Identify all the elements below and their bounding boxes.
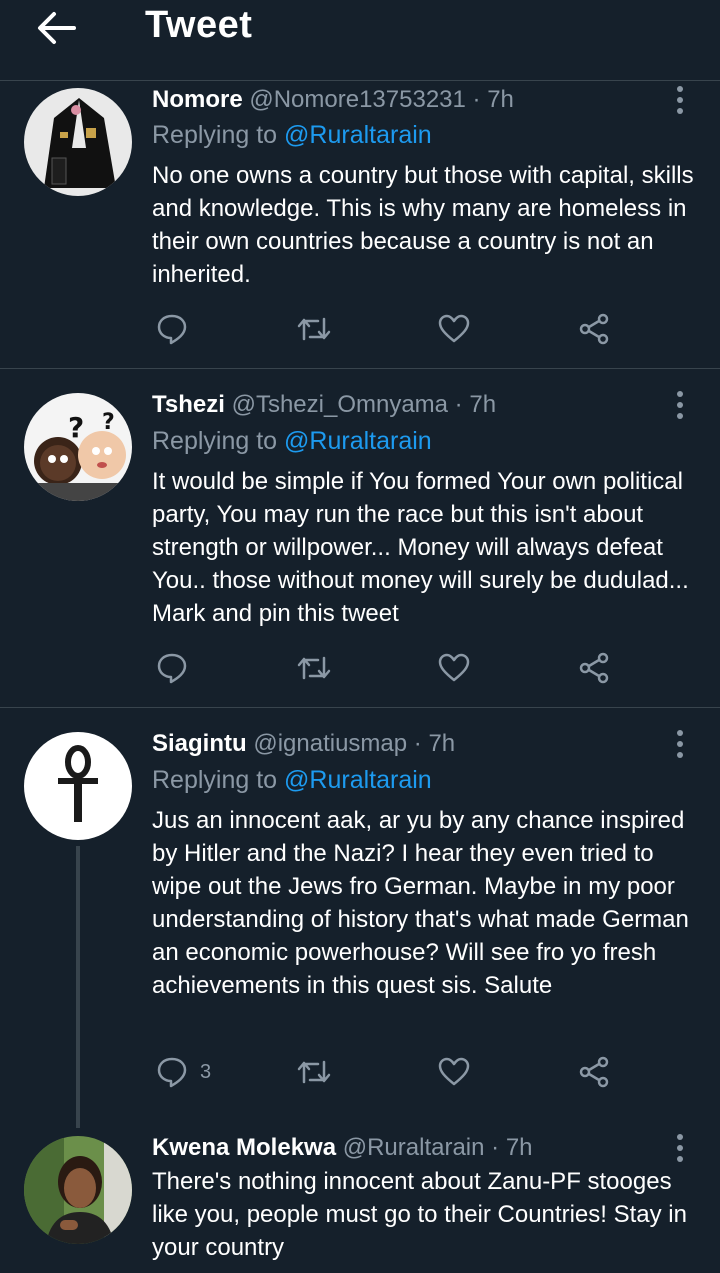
tweet-time: 7h: [469, 391, 497, 418]
like-icon: [438, 314, 470, 343]
replying-to: Replying to @Ruraltarain: [152, 427, 432, 456]
separator: ·: [484, 1134, 506, 1161]
tweet-time: 7h: [505, 1134, 533, 1161]
tweet-actions: [152, 648, 672, 688]
retweet-icon: [297, 656, 331, 680]
retweet-button[interactable]: [296, 648, 332, 688]
tweet-meta: Kwena Molekwa @Ruraltarain · 7h: [152, 1134, 533, 1162]
reply-icon: [157, 653, 187, 684]
retweet-button[interactable]: [296, 1052, 332, 1092]
reply-button[interactable]: [156, 648, 200, 688]
tweet-meta: Nomore @Nomore13753231 · 7h: [152, 86, 514, 114]
tweet-card[interactable]: Kwena Molekwa @Ruraltarain · 7h There's …: [0, 1128, 720, 1273]
reply-icon: [157, 1057, 187, 1088]
author-name[interactable]: Kwena Molekwa: [152, 1134, 336, 1161]
more-options-button[interactable]: [668, 389, 692, 421]
thread-line: [76, 846, 80, 1128]
share-button[interactable]: [578, 648, 610, 688]
mention-link[interactable]: @Ruraltarain: [284, 427, 432, 455]
tweet-text: There's nothing innocent about Zanu-PF s…: [152, 1168, 687, 1261]
more-vertical-icon: [677, 86, 683, 114]
tweet-card[interactable]: Nomore @Nomore13753231 · 7h Replying to …: [0, 80, 720, 369]
author-handle[interactable]: @Ruraltarain: [343, 1134, 485, 1161]
more-options-button[interactable]: [668, 84, 692, 116]
reply-button[interactable]: [156, 309, 200, 349]
more-options-button[interactable]: [668, 1132, 692, 1164]
author-name[interactable]: Nomore: [152, 86, 243, 113]
share-button[interactable]: [578, 1052, 610, 1092]
more-vertical-icon: [677, 730, 683, 758]
tweet-text: It would be simple if You formed Your ow…: [152, 468, 689, 627]
author-handle[interactable]: @Nomore13753231: [249, 86, 466, 113]
tweet-text: No one owns a country but those with cap…: [152, 162, 694, 288]
ankh-icon: [58, 745, 98, 822]
tweet-time: 7h: [487, 86, 514, 113]
top-bar: Tweet: [0, 0, 720, 81]
replying-prefix: Replying to: [152, 427, 285, 455]
svg-text:?: ?: [68, 411, 84, 444]
author-handle[interactable]: @Tshezi_Omnyama: [232, 391, 448, 418]
avatar[interactable]: ? ?: [24, 393, 132, 501]
avatar[interactable]: [24, 732, 132, 840]
mention-link[interactable]: @Ruraltarain: [284, 766, 432, 794]
more-options-button[interactable]: [668, 728, 692, 760]
tweet-actions: 3: [152, 1052, 672, 1092]
tweet-time: 7h: [428, 730, 456, 757]
replying-to: Replying to @Ruraltarain: [152, 766, 432, 795]
tweet-text: Jus an innocent aak, ar yu by any chance…: [152, 807, 689, 999]
like-button[interactable]: [438, 1052, 470, 1092]
like-icon: [438, 1057, 470, 1086]
replying-prefix: Replying to: [152, 121, 285, 149]
separator: ·: [465, 86, 488, 113]
author-name[interactable]: Siagintu: [152, 730, 247, 757]
author-handle[interactable]: @ignatiusmap: [253, 730, 407, 757]
more-vertical-icon: [677, 391, 683, 419]
avatar[interactable]: [24, 1136, 132, 1244]
author-name[interactable]: Tshezi: [152, 391, 225, 418]
back-button[interactable]: [30, 6, 82, 50]
more-vertical-icon: [677, 1134, 683, 1162]
tweet-meta: Siagintu @ignatiusmap · 7h: [152, 730, 455, 758]
replying-prefix: Replying to: [152, 766, 285, 794]
tweet-meta: Tshezi @Tshezi_Omnyama · 7h: [152, 391, 496, 419]
retweet-icon: [297, 1060, 331, 1084]
tweet-actions: [152, 309, 672, 349]
mention-link[interactable]: @Ruraltarain: [284, 121, 432, 149]
reply-count: 3: [200, 1060, 212, 1083]
share-icon: [579, 313, 609, 345]
tweet-card[interactable]: ? ? Tshezi @Tshezi_Omnyama · 7h Replying…: [0, 369, 720, 708]
separator: ·: [448, 391, 470, 418]
like-button[interactable]: [438, 309, 470, 349]
separator: ·: [407, 730, 429, 757]
tweet-card[interactable]: Siagintu @ignatiusmap · 7h Replying to @…: [0, 708, 720, 1128]
reply-icon: [157, 314, 187, 345]
share-icon: [579, 652, 609, 684]
like-icon: [438, 653, 470, 682]
share-icon: [579, 1056, 609, 1088]
replying-to: Replying to @Ruraltarain: [152, 121, 432, 150]
retweet-icon: [297, 317, 331, 341]
page-title: Tweet: [145, 4, 253, 46]
retweet-button[interactable]: [296, 309, 332, 349]
reply-button[interactable]: 3: [156, 1052, 211, 1092]
share-button[interactable]: [578, 309, 610, 349]
avatar[interactable]: [24, 88, 132, 196]
back-arrow-icon: [38, 12, 76, 44]
like-button[interactable]: [438, 648, 470, 688]
